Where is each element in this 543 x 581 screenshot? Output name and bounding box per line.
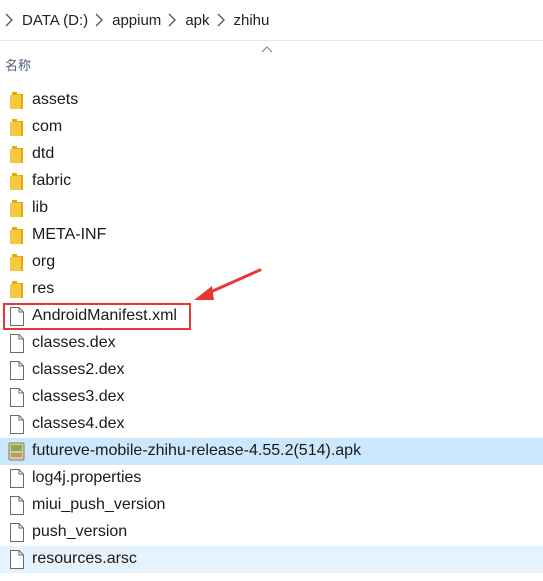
- file-name: META-INF: [32, 226, 107, 243]
- chevron-right-icon[interactable]: [4, 13, 14, 27]
- list-item[interactable]: assets: [0, 87, 543, 114]
- annotation-arrow: [194, 268, 262, 300]
- breadcrumb-item-apk[interactable]: apk: [185, 12, 209, 29]
- file-name: classes2.dex: [32, 361, 125, 378]
- file-icon: [8, 334, 25, 353]
- list-item[interactable]: com: [0, 114, 543, 141]
- file-icon: [8, 388, 25, 407]
- file-name: res: [32, 280, 55, 297]
- list-item[interactable]: log4j.properties: [0, 465, 543, 492]
- folder-icon: [8, 280, 25, 299]
- file-icon: [8, 469, 25, 488]
- list-item[interactable]: classes4.dex: [0, 411, 543, 438]
- file-list: assets com dtd fabric lib META-INF org r…: [0, 87, 543, 573]
- file-icon: [8, 496, 25, 515]
- list-item[interactable]: lib: [0, 195, 543, 222]
- folder-icon: [8, 172, 25, 191]
- file-icon: [8, 415, 25, 434]
- folder-icon: [8, 199, 25, 218]
- list-item[interactable]: classes.dex: [0, 330, 543, 357]
- list-item[interactable]: futureve-mobile-zhihu-release-4.55.2(514…: [0, 438, 543, 465]
- list-item[interactable]: org: [0, 249, 543, 276]
- breadcrumb-item-appium[interactable]: appium: [112, 12, 161, 29]
- file-name: classes4.dex: [32, 415, 125, 432]
- folder-icon: [8, 118, 25, 137]
- folder-icon: [8, 253, 25, 272]
- file-name: classes.dex: [32, 334, 116, 351]
- list-item[interactable]: miui_push_version: [0, 492, 543, 519]
- list-item[interactable]: fabric: [0, 168, 543, 195]
- folder-icon: [8, 91, 25, 110]
- file-name: lib: [32, 199, 49, 216]
- list-item[interactable]: resources.arsc: [0, 546, 543, 573]
- file-name: futureve-mobile-zhihu-release-4.55.2(514…: [32, 442, 362, 459]
- list-item[interactable]: classes3.dex: [0, 384, 543, 411]
- list-item[interactable]: classes2.dex: [0, 357, 543, 384]
- file-name: classes3.dex: [32, 388, 125, 405]
- file-name: log4j.properties: [32, 469, 142, 486]
- breadcrumb-item-zhihu[interactable]: zhihu: [234, 12, 270, 29]
- breadcrumb: DATA (D:) appium apk zhihu: [0, 0, 543, 40]
- file-name: push_version: [32, 523, 128, 540]
- list-item[interactable]: push_version: [0, 519, 543, 546]
- file-name: org: [32, 253, 56, 270]
- apk-icon: [8, 442, 25, 461]
- name-column-header[interactable]: 名称: [5, 55, 31, 74]
- chevron-right-icon[interactable]: [216, 13, 226, 27]
- file-name: resources.arsc: [32, 550, 137, 567]
- file-name: com: [32, 118, 63, 135]
- sort-ascending-icon: [261, 46, 273, 53]
- breadcrumb-item-drive[interactable]: DATA (D:): [22, 12, 88, 29]
- file-icon: [8, 361, 25, 380]
- chevron-right-icon[interactable]: [94, 13, 104, 27]
- folder-icon: [8, 226, 25, 245]
- list-item[interactable]: dtd: [0, 141, 543, 168]
- file-name: fabric: [32, 172, 72, 189]
- list-item[interactable]: res: [0, 276, 543, 303]
- column-header[interactable]: 名称: [0, 41, 543, 75]
- list-item[interactable]: META-INF: [0, 222, 543, 249]
- folder-icon: [8, 145, 25, 164]
- file-name: assets: [32, 91, 79, 108]
- annotation-highlight-box: [3, 303, 191, 330]
- file-icon: [8, 523, 25, 542]
- file-name: dtd: [32, 145, 55, 162]
- file-name: miui_push_version: [32, 496, 166, 513]
- file-icon: [8, 550, 25, 569]
- chevron-right-icon[interactable]: [167, 13, 177, 27]
